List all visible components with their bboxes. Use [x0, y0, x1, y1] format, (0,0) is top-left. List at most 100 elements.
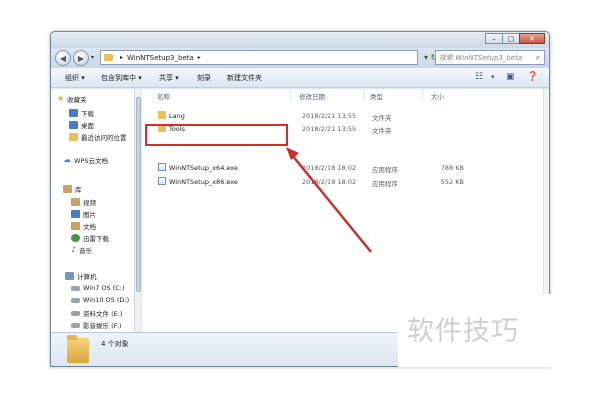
nav-favorites[interactable]: ★ 收藏夹 — [57, 94, 87, 105]
burn-button[interactable]: 刻录 — [197, 73, 211, 83]
file-date: 2018/2/18 18:02 — [302, 164, 357, 172]
file-name: Lang — [169, 112, 185, 120]
file-row-lang[interactable]: Lang 2018/2/21 13:55 文件夹 — [142, 109, 472, 122]
title-bar: – □ ✕ — [51, 32, 549, 48]
column-divider[interactable] — [422, 90, 423, 100]
nav-drive-d[interactable]: Win10 OS (D:) — [71, 296, 129, 304]
include-in-library-menu[interactable]: 包含到库中 ▾ — [101, 73, 142, 83]
column-divider[interactable] — [290, 90, 291, 100]
music-icon: ♪ — [71, 245, 77, 254]
back-arrow-icon: ◀ — [59, 53, 67, 63]
nav-label: 收藏夹 — [67, 96, 87, 104]
file-name: WinNTSetup_x86.exe — [169, 178, 238, 186]
nav-item-video[interactable]: 视频 — [71, 197, 96, 207]
new-folder-button[interactable]: 新建文件夹 — [227, 73, 262, 83]
nav-label: 下载 — [81, 110, 94, 118]
nav-item-downloads[interactable]: 下载 — [69, 108, 94, 118]
view-dropdown-icon[interactable]: ▾ — [491, 73, 495, 81]
refresh-button[interactable]: ↻ — [423, 50, 438, 65]
search-input[interactable]: 搜索 WinNTSetup3_beta ⌕ — [435, 50, 545, 65]
nav-item-recent-places[interactable]: 最近访问的位置 — [69, 132, 127, 142]
column-header-name[interactable]: 名称 — [157, 89, 170, 101]
nav-label: 图片 — [83, 211, 96, 219]
nav-label: 最近访问的位置 — [81, 134, 127, 142]
nav-wps-cloud[interactable]: ☁ WPS云文档 — [63, 155, 108, 166]
recent-pages-dropdown[interactable]: ▾ — [91, 54, 94, 61]
nav-item-music[interactable]: ♪ 音乐 — [71, 245, 93, 256]
documents-icon — [71, 222, 80, 230]
forward-arrow-icon: ▶ — [77, 53, 85, 63]
watermark-text: 软件技巧 — [407, 316, 519, 347]
search-icon[interactable]: ⌕ — [532, 53, 544, 63]
file-date: 2018/2/21 13:55 — [302, 125, 357, 133]
share-menu[interactable]: 共享 ▾ — [159, 73, 179, 83]
nav-item-thunder-download[interactable]: 迅雷下载 — [71, 233, 109, 243]
column-header-size[interactable]: 大小 — [431, 89, 444, 101]
nav-item-documents[interactable]: 文档 — [71, 221, 96, 231]
nav-drive-c[interactable]: Win7 OS (C:) — [71, 284, 125, 292]
nav-drive-f[interactable]: 影音娱乐 (F:) — [71, 320, 122, 330]
nav-libraries[interactable]: 库 — [63, 184, 82, 194]
folder-icon — [67, 335, 89, 363]
nav-label: 视频 — [83, 199, 96, 207]
file-type: 应用程序 — [372, 180, 398, 188]
file-size: 788 KB — [440, 164, 464, 172]
file-date: 2018/2/18 18:02 — [302, 178, 357, 186]
nav-label: 桌面 — [81, 122, 94, 130]
file-date: 2018/2/21 13:55 — [302, 112, 357, 120]
nav-label: 音乐 — [79, 247, 93, 255]
folder-icon — [158, 111, 166, 119]
drive-icon — [71, 297, 80, 303]
command-bar: 组织 ▾ 包含到库中 ▾ 共享 ▾ 刻录 新建文件夹 ☷ ▾ ▣ ❓ — [51, 68, 549, 88]
breadcrumb-separator-icon[interactable]: ▸ — [198, 54, 201, 61]
exe-icon — [158, 163, 166, 171]
recent-places-icon — [69, 133, 78, 141]
file-type: 文件夹 — [372, 114, 392, 122]
column-header-date[interactable]: 修改日期 — [299, 89, 325, 101]
file-row-winntsetup-x86[interactable]: WinNTSetup_x86.exe 2018/2/18 18:02 应用程序 … — [142, 175, 472, 188]
pictures-icon — [71, 210, 80, 218]
close-button[interactable]: ✕ — [519, 33, 545, 44]
breadcrumb-separator-icon[interactable]: ▸ — [120, 54, 123, 61]
file-type: 文件夹 — [372, 127, 392, 135]
nav-computer[interactable]: 计算机 — [65, 271, 97, 281]
nav-scrollbar[interactable] — [134, 89, 141, 351]
computer-icon — [65, 272, 74, 280]
maximize-button[interactable]: □ — [502, 33, 520, 44]
address-bar[interactable]: ▸ WinNTSetup3_beta ▸ — [100, 50, 418, 65]
window-controls: – □ ✕ — [485, 33, 545, 44]
column-divider[interactable] — [364, 90, 365, 100]
view-options-icon[interactable]: ☷ — [475, 72, 483, 82]
nav-item-pictures[interactable]: 图片 — [71, 209, 96, 219]
drive-icon — [71, 322, 80, 328]
breadcrumb-item[interactable]: WinNTSetup3_beta — [127, 54, 194, 62]
search-placeholder: 搜索 WinNTSetup3_beta — [439, 53, 523, 62]
nav-label: WPS云文档 — [74, 157, 108, 165]
library-icon — [63, 185, 72, 193]
file-size: 552 KB — [440, 178, 464, 186]
back-button[interactable]: ◀ — [55, 50, 71, 66]
cloud-icon: ☁ — [63, 155, 71, 164]
minimize-button[interactable]: – — [485, 33, 503, 44]
nav-drive-e[interactable]: 资料文件 (E:) — [71, 308, 122, 318]
drive-icon — [71, 310, 80, 316]
nav-label: 资料文件 (E:) — [83, 310, 123, 318]
file-row-winntsetup-x64[interactable]: WinNTSetup_x64.exe 2018/2/18 18:02 应用程序 … — [142, 161, 472, 174]
item-count: 4 个对象 — [101, 340, 129, 348]
forward-button[interactable]: ▶ — [73, 50, 89, 66]
column-header-type[interactable]: 类型 — [370, 89, 383, 101]
nav-scrollbar-thumb[interactable] — [136, 97, 141, 292]
organize-menu[interactable]: 组织 ▾ — [65, 73, 85, 83]
nav-item-desktop[interactable]: 桌面 — [69, 120, 94, 130]
nav-label: 影音娱乐 (F:) — [83, 322, 122, 330]
downloads-icon — [69, 109, 78, 117]
exe-icon — [158, 177, 166, 185]
thunder-download-icon — [71, 234, 80, 242]
help-icon[interactable]: ❓ — [527, 72, 538, 82]
nav-label: 迅雷下载 — [83, 235, 109, 243]
file-name: WinNTSetup_x64.exe — [169, 164, 238, 172]
nav-label: Win10 OS (D:) — [83, 296, 130, 304]
address-row: ◀ ▶ ▾ ▸ WinNTSetup3_beta ▸ ▾ ↻ 搜索 WinNTS… — [51, 48, 549, 68]
preview-pane-icon[interactable]: ▣ — [506, 72, 515, 82]
nav-label: Win7 OS (C:) — [83, 284, 125, 292]
